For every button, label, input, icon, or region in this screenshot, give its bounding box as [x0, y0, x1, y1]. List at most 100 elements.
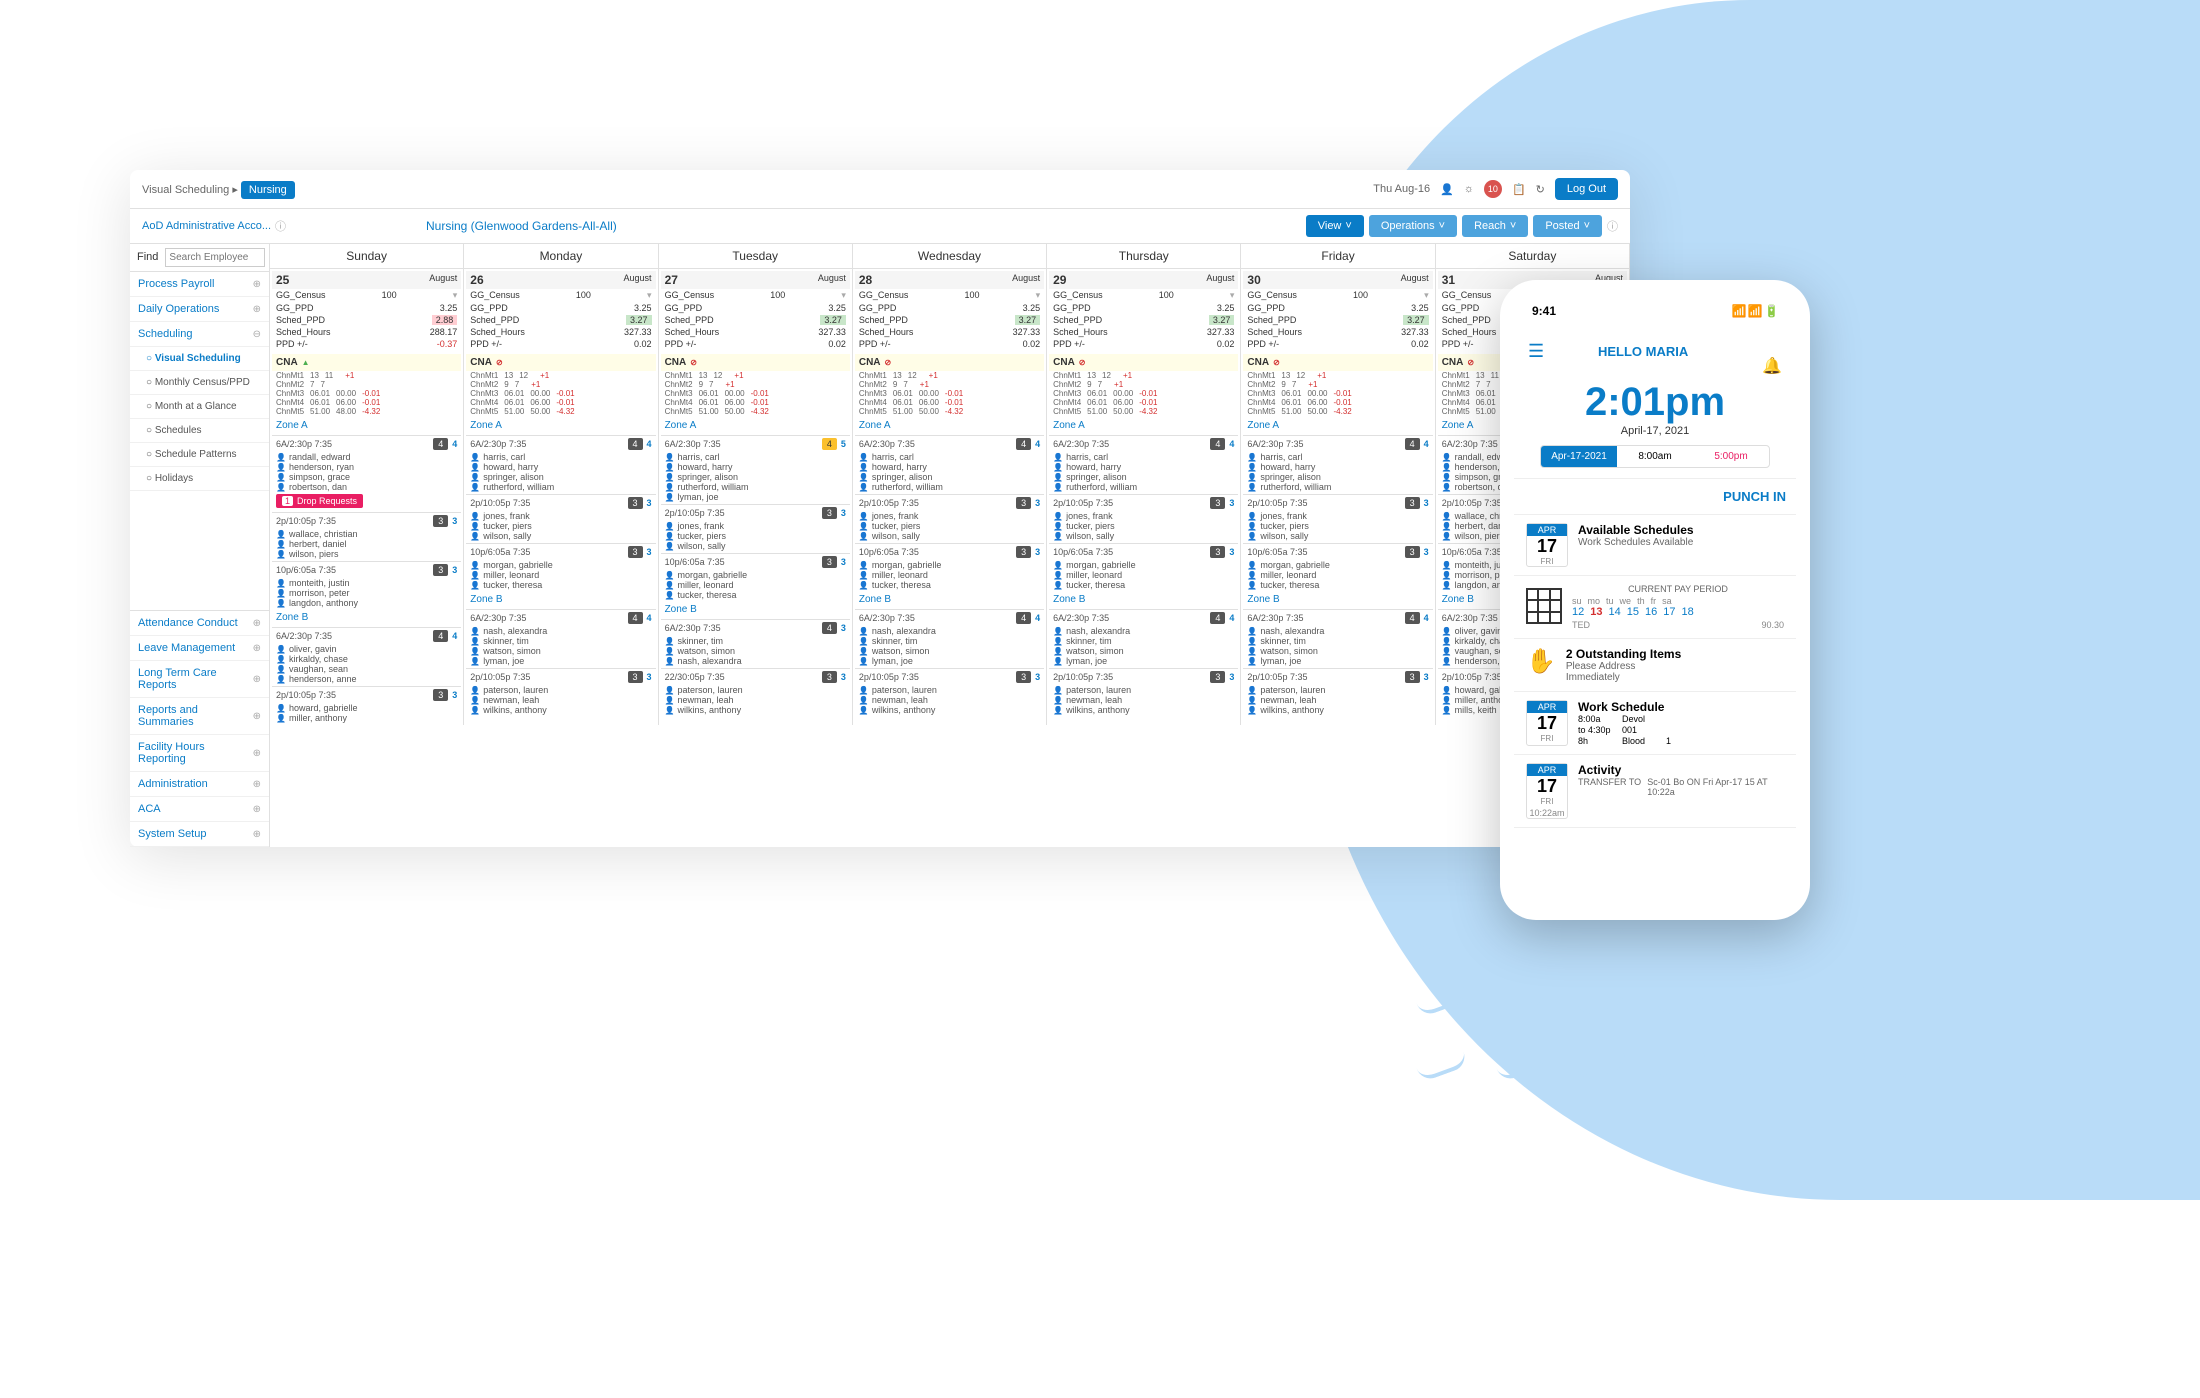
- shift-block[interactable]: 6A/2:30p 7:3545👤harris, carl👤howard, har…: [661, 435, 850, 502]
- card-activity[interactable]: APR17FRI10:22am Activity TRANSFER TOSc-0…: [1514, 755, 1796, 828]
- person-row[interactable]: 👤springer, alison: [855, 472, 1044, 482]
- person-row[interactable]: 👤nash, alexandra: [661, 656, 850, 666]
- person-row[interactable]: 👤lyman, joe: [661, 492, 850, 502]
- nav-item[interactable]: Attendance Conduct⊕: [130, 611, 269, 636]
- person-row[interactable]: 👤miller, leonard: [1049, 570, 1238, 580]
- person-row[interactable]: 👤lyman, joe: [1243, 656, 1432, 666]
- person-row[interactable]: 👤morgan, gabrielle: [466, 560, 655, 570]
- person-row[interactable]: 👤paterson, lauren: [855, 685, 1044, 695]
- person-row[interactable]: 👤springer, alison: [661, 472, 850, 482]
- shift-block[interactable]: 6A/2:30p 7:3544👤nash, alexandra👤skinner,…: [466, 609, 655, 666]
- person-row[interactable]: 👤oliver, gavin: [272, 644, 461, 654]
- breadcrumb-root[interactable]: Visual Scheduling: [142, 184, 229, 196]
- shift-block[interactable]: 10p/6:05a 7:3533👤morgan, gabrielle👤mille…: [1243, 543, 1432, 590]
- person-row[interactable]: 👤howard, gabrielle: [272, 703, 461, 713]
- nav-item[interactable]: ACA⊕: [130, 797, 269, 822]
- shift-block[interactable]: 10p/6:05a 7:3533👤morgan, gabrielle👤mille…: [1049, 543, 1238, 590]
- shift-block[interactable]: 2p/10:05p 7:3533👤paterson, lauren👤newman…: [466, 668, 655, 715]
- person-row[interactable]: 👤harris, carl: [1049, 452, 1238, 462]
- drop-requests-button[interactable]: 1 Drop Requests: [276, 494, 363, 508]
- person-row[interactable]: 👤vaughan, sean: [272, 664, 461, 674]
- person-row[interactable]: 👤paterson, lauren: [1049, 685, 1238, 695]
- shift-block[interactable]: 2p/10:05p 7:3533👤wallace, christian👤herb…: [272, 512, 461, 559]
- shift-block[interactable]: 6A/2:30p 7:3544👤harris, carl👤howard, har…: [855, 435, 1044, 492]
- shift-block[interactable]: 10p/6:05a 7:3533👤morgan, gabrielle👤mille…: [855, 543, 1044, 590]
- person-row[interactable]: 👤rutherford, william: [466, 482, 655, 492]
- person-row[interactable]: 👤howard, harry: [1243, 462, 1432, 472]
- person-row[interactable]: 👤paterson, lauren: [1243, 685, 1432, 695]
- breadcrumb-current[interactable]: Nursing: [241, 181, 295, 199]
- person-row[interactable]: 👤rutherford, william: [1049, 482, 1238, 492]
- person-row[interactable]: 👤harris, carl: [661, 452, 850, 462]
- person-row[interactable]: 👤paterson, lauren: [661, 685, 850, 695]
- person-row[interactable]: 👤lyman, joe: [466, 656, 655, 666]
- person-row[interactable]: 👤tucker, theresa: [1049, 580, 1238, 590]
- operations-dropdown[interactable]: Operations ˅: [1369, 215, 1457, 237]
- person-row[interactable]: 👤wilson, sally: [1243, 531, 1432, 541]
- nav-sub-item[interactable]: ○ Schedule Patterns: [130, 443, 269, 467]
- nav-sub-item[interactable]: ○ Month at a Glance: [130, 395, 269, 419]
- person-row[interactable]: 👤watson, simon: [855, 646, 1044, 656]
- person-row[interactable]: 👤howard, harry: [661, 462, 850, 472]
- person-row[interactable]: 👤lyman, joe: [1049, 656, 1238, 666]
- shift-block[interactable]: 6A/2:30p 7:3544👤harris, carl👤howard, har…: [1049, 435, 1238, 492]
- nav-sub-item[interactable]: ○ Schedules: [130, 419, 269, 443]
- person-row[interactable]: 👤jones, frank: [1243, 511, 1432, 521]
- shift-block[interactable]: 2p/10:05p 7:3533👤paterson, lauren👤newman…: [1243, 668, 1432, 715]
- shift-block[interactable]: 10p/6:05a 7:3533👤morgan, gabrielle👤mille…: [466, 543, 655, 590]
- person-row[interactable]: 👤wallace, christian: [272, 529, 461, 539]
- user-icon[interactable]: 👤: [1440, 183, 1454, 196]
- nav-item[interactable]: Facility Hours Reporting⊕: [130, 735, 269, 772]
- card-work-schedule[interactable]: APR17FRI Work Schedule 8:00aDevol to 4:3…: [1514, 692, 1796, 755]
- shift-block[interactable]: 2p/10:05p 7:3533👤howard, gabrielle👤mille…: [272, 686, 461, 723]
- person-row[interactable]: 👤wilkins, anthony: [661, 705, 850, 715]
- cna-header[interactable]: CNA⊘: [1243, 354, 1432, 371]
- nav-item[interactable]: Long Term Care Reports⊕: [130, 661, 269, 698]
- bell-icon[interactable]: 🔔: [1762, 356, 1782, 376]
- person-row[interactable]: 👤jones, frank: [466, 511, 655, 521]
- shift-block[interactable]: 2p/10:05p 7:3533👤paterson, lauren👤newman…: [855, 668, 1044, 715]
- person-row[interactable]: 👤robertson, dan: [272, 482, 461, 492]
- person-row[interactable]: 👤morrison, peter: [272, 588, 461, 598]
- person-row[interactable]: 👤harris, carl: [466, 452, 655, 462]
- person-row[interactable]: 👤wilson, sally: [466, 531, 655, 541]
- person-row[interactable]: 👤wilkins, anthony: [855, 705, 1044, 715]
- person-row[interactable]: 👤wilson, sally: [1049, 531, 1238, 541]
- posted-dropdown[interactable]: Posted ˅: [1533, 215, 1602, 237]
- shift-block[interactable]: 2p/10:05p 7:3533👤jones, frank👤tucker, pi…: [466, 494, 655, 541]
- nav-sub-item[interactable]: ○ Visual Scheduling: [130, 347, 269, 371]
- person-row[interactable]: 👤morgan, gabrielle: [661, 570, 850, 580]
- person-row[interactable]: 👤nash, alexandra: [855, 626, 1044, 636]
- person-row[interactable]: 👤harris, carl: [1243, 452, 1432, 462]
- shift-block[interactable]: 6A/2:30p 7:3544👤nash, alexandra👤skinner,…: [1243, 609, 1432, 666]
- person-row[interactable]: 👤wilson, sally: [661, 541, 850, 551]
- person-row[interactable]: 👤watson, simon: [466, 646, 655, 656]
- person-row[interactable]: 👤newman, leah: [661, 695, 850, 705]
- person-row[interactable]: 👤paterson, lauren: [466, 685, 655, 695]
- person-row[interactable]: 👤miller, leonard: [1243, 570, 1432, 580]
- card-pay-period[interactable]: CURRENT PAY PERIOD sumotuwethfrsa 121314…: [1514, 576, 1796, 639]
- shift-block[interactable]: 2p/10:05p 7:3533👤paterson, lauren👤newman…: [1049, 668, 1238, 715]
- person-row[interactable]: 👤lyman, joe: [855, 656, 1044, 666]
- person-row[interactable]: 👤rutherford, william: [1243, 482, 1432, 492]
- person-row[interactable]: 👤morgan, gabrielle: [855, 560, 1044, 570]
- shift-block[interactable]: 6A/2:30p 7:3543👤skinner, tim👤watson, sim…: [661, 619, 850, 666]
- person-row[interactable]: 👤simpson, grace: [272, 472, 461, 482]
- person-row[interactable]: 👤newman, leah: [466, 695, 655, 705]
- shift-block[interactable]: 6A/2:30p 7:3544👤harris, carl👤howard, har…: [466, 435, 655, 492]
- nav-item[interactable]: Reports and Summaries⊕: [130, 698, 269, 735]
- cna-header[interactable]: CNA⊘: [661, 354, 850, 371]
- reach-dropdown[interactable]: Reach ˅: [1462, 215, 1528, 237]
- nav-item[interactable]: Administration⊕: [130, 772, 269, 797]
- person-row[interactable]: 👤newman, leah: [1243, 695, 1432, 705]
- person-row[interactable]: 👤nash, alexandra: [1243, 626, 1432, 636]
- notifications-badge[interactable]: 10: [1484, 180, 1502, 198]
- person-row[interactable]: 👤tucker, piers: [855, 521, 1044, 531]
- person-row[interactable]: 👤langdon, anthony: [272, 598, 461, 608]
- info-icon[interactable]: ⓘ: [1607, 218, 1618, 234]
- person-row[interactable]: 👤skinner, tim: [855, 636, 1044, 646]
- shift-block[interactable]: 6A/2:30p 7:3544👤harris, carl👤howard, har…: [1243, 435, 1432, 492]
- person-row[interactable]: 👤nash, alexandra: [466, 626, 655, 636]
- cna-header[interactable]: CNA▲: [272, 354, 461, 371]
- cna-header[interactable]: CNA⊘: [1049, 354, 1238, 371]
